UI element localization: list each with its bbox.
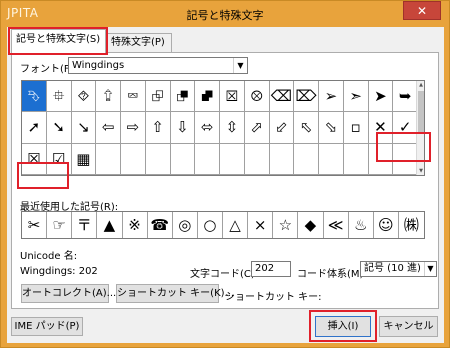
symbol-cell[interactable] <box>269 143 295 175</box>
recent-symbol-cell[interactable]: ♨ <box>349 212 374 238</box>
recent-symbol-cell[interactable]: × <box>248 212 274 238</box>
scrollbar-thumb[interactable] <box>418 91 424 133</box>
chevron-down-icon[interactable]: ▼ <box>233 58 247 73</box>
highlight-box-checkboxes <box>17 162 69 189</box>
autocorrect-button[interactable]: オートコレクト(A)... <box>21 284 116 303</box>
recent-symbol-cell[interactable]: ☺ <box>374 212 399 238</box>
symbol-cell[interactable] <box>294 143 319 175</box>
symbol-cell[interactable]: ▫ <box>343 112 369 144</box>
symbol-cell[interactable]: ➚ <box>22 112 47 144</box>
recent-symbol-cell[interactable]: ☞ <box>47 212 73 238</box>
symbol-cell[interactable] <box>145 143 171 175</box>
highlight-box-symbols <box>376 132 431 162</box>
symbol-cell[interactable]: ⬀ <box>244 112 270 144</box>
recent-symbol-cell[interactable]: ☎ <box>148 212 173 238</box>
symbol-cell[interactable]: ⇧ <box>145 112 171 144</box>
highlight-box-insert <box>309 310 377 342</box>
font-code-text: Wingdings: 202 <box>20 266 98 277</box>
symbol-cell[interactable] <box>121 143 146 175</box>
recent-symbol-cell[interactable]: ㈱ <box>399 212 424 238</box>
symbol-cell[interactable]: ⇩ <box>170 112 196 144</box>
unicode-name-label: Unicode 名: <box>20 251 78 262</box>
recent-symbol-cell[interactable]: ※ <box>123 212 148 238</box>
symbol-cell[interactable]: ⮼ <box>195 81 220 113</box>
tab-special-characters[interactable]: 特殊文字(P) <box>106 33 172 53</box>
symbol-cell[interactable]: ⬃ <box>269 112 295 144</box>
recent-symbol-cell[interactable]: ≪ <box>324 212 349 238</box>
font-select[interactable]: Wingdings ▼ <box>68 57 248 74</box>
symbol-cell[interactable] <box>96 143 121 175</box>
shortcut-key-button[interactable]: ショートカット キー(K)... <box>116 284 234 303</box>
symbols-panel: フォント(F): Wingdings ▼ ⮷ ⯐ ⯑ ⮸ ⮹ ⮺ ⮻ ⮼ ⮽ ⮾ ⌫ ⌦ ➢ ➣ ➤ ➥ ➚ ➘ ↘… <box>11 52 439 309</box>
symbol-cell[interactable]: ➘ <box>46 112 72 144</box>
font-select-value: Wingdings <box>72 60 125 71</box>
symbol-cell[interactable]: ⮹ <box>121 81 146 113</box>
symbol-cell[interactable] <box>170 143 196 175</box>
symbol-cell[interactable]: ➣ <box>343 81 369 113</box>
symbol-cell[interactable]: ⮺ <box>145 81 171 113</box>
symbol-cell[interactable]: ⬄ <box>195 112 220 144</box>
symbol-cell[interactable] <box>319 143 344 175</box>
symbol-cell[interactable]: ⬂ <box>319 112 344 144</box>
symbol-cell[interactable]: ⌦ <box>294 81 319 113</box>
symbol-dialog-window: JPITA 記号と特殊文字 ✕ 記号と特殊文字(S) 特殊文字(P) フォント(… <box>0 0 450 348</box>
symbol-grid-cells: ⮷ ⯐ ⯑ ⮸ ⮹ ⮺ ⮻ ⮼ ⮽ ⮾ ⌫ ⌦ ➢ ➣ ➤ ➥ ➚ ➘ ↘ ⇦ ⇨ ⇧ ⇩ ⬄ ⇳ ⬀ ⬃ ⬁ ⬂ ▫ ✕ ✓ ☒ ☑ ▦ <box>22 81 418 175</box>
character-code-label: 文字コード(C): <box>190 269 259 280</box>
symbol-cell[interactable]: ▦ <box>71 143 97 175</box>
character-code-input[interactable]: 202 <box>251 261 291 277</box>
chevron-down-icon[interactable]: ▼ <box>424 262 436 276</box>
recent-symbol-cell[interactable]: 〒 <box>72 212 98 238</box>
symbol-cell[interactable]: ⮸ <box>96 81 121 113</box>
symbol-cell[interactable]: ⬁ <box>294 112 319 144</box>
symbol-cell[interactable] <box>244 143 270 175</box>
recent-symbol-cell[interactable]: ✂ <box>22 212 48 238</box>
recent-symbols-grid: ✂ ☞ 〒 ▲ ※ ☎ ◎ ○ △ × ☆ ◆ ≪ ♨ ☺ ㈱ <box>21 211 425 239</box>
symbol-cell[interactable]: ⇳ <box>220 112 245 144</box>
highlight-box-tab <box>8 27 108 55</box>
symbol-cell[interactable]: ⮻ <box>170 81 196 113</box>
symbol-cell[interactable]: ⌫ <box>269 81 295 113</box>
recent-symbol-cell[interactable]: ◎ <box>173 212 198 238</box>
dialog-body: 記号と特殊文字(S) 特殊文字(P) フォント(F): Wingdings ▼ … <box>7 27 444 343</box>
ime-pad-button[interactable]: IME パッド(P) <box>11 317 83 336</box>
dialog-title: 記号と特殊文字 <box>186 9 264 22</box>
symbol-grid: ⮷ ⯐ ⯑ ⮸ ⮹ ⮺ ⮻ ⮼ ⮽ ⮾ ⌫ ⌦ ➢ ➣ ➤ ➥ ➚ ➘ ↘ ⇦ ⇨ ⇧ ⇩ ⬄ ⇳ ⬀ ⬃ ⬁ ⬂ ▫ ✕ ✓ ☒ ☑ ▦ ▲ ▼ <box>21 80 425 176</box>
recent-symbol-cell[interactable]: △ <box>223 212 249 238</box>
symbol-cell[interactable]: ⮾ <box>244 81 270 113</box>
cancel-button[interactable]: キャンセル <box>379 316 438 337</box>
scroll-up-icon[interactable]: ▲ <box>417 82 425 88</box>
symbol-cell[interactable] <box>195 143 220 175</box>
recent-symbol-cell[interactable]: ◆ <box>298 212 324 238</box>
title-bar[interactable]: JPITA 記号と特殊文字 ✕ <box>1 1 449 27</box>
symbol-cell[interactable]: ⮷ <box>22 81 47 113</box>
scroll-down-icon[interactable]: ▼ <box>417 168 425 174</box>
symbol-cell[interactable]: ➢ <box>319 81 344 113</box>
symbol-cell[interactable]: ⯑ <box>71 81 97 113</box>
symbol-cell[interactable]: ⯐ <box>46 81 72 113</box>
symbol-cell[interactable] <box>220 143 245 175</box>
symbol-cell[interactable]: ➥ <box>393 81 418 113</box>
code-system-select[interactable]: 記号 (10 進) ▼ <box>360 261 437 277</box>
close-button[interactable]: ✕ <box>403 1 441 20</box>
symbol-cell[interactable]: ➤ <box>368 81 394 113</box>
symbol-cell[interactable]: ⮽ <box>220 81 245 113</box>
symbol-cell[interactable]: ↘ <box>71 112 97 144</box>
recent-symbol-cell[interactable]: ○ <box>198 212 223 238</box>
symbol-cell[interactable] <box>343 143 369 175</box>
shortcut-key-label: ショートカット キー: <box>225 292 322 303</box>
code-system-value: 記号 (10 進) <box>364 263 421 274</box>
symbol-cell[interactable]: ⇦ <box>96 112 121 144</box>
code-system-label: コード体系(M): <box>297 269 367 280</box>
recent-symbol-cell[interactable]: ☆ <box>273 212 299 238</box>
recent-symbol-cell[interactable]: ▲ <box>97 212 123 238</box>
symbol-cell[interactable]: ⇨ <box>121 112 146 144</box>
